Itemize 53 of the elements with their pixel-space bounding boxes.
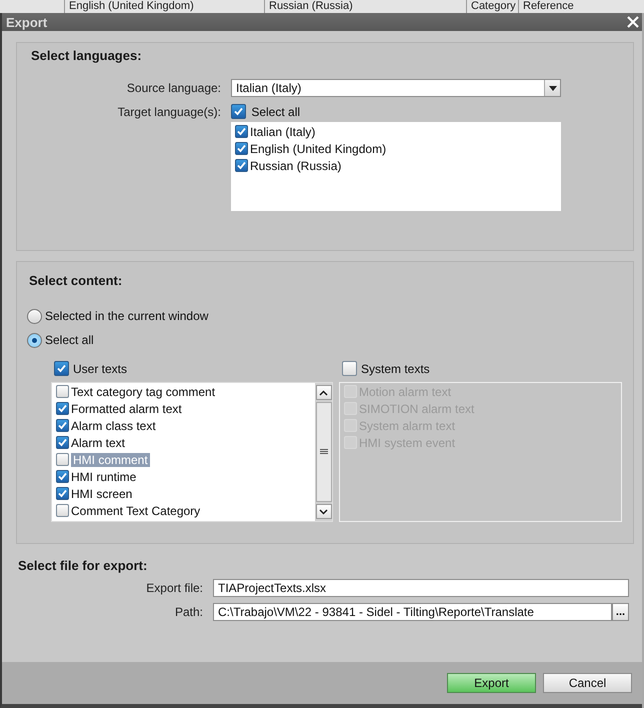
text-type-item[interactable]: HMI screen — [71, 486, 132, 500]
field-label: Path: — [174, 605, 203, 619]
checkbox[interactable] — [56, 402, 69, 415]
text-type-item[interactable]: Text category tag comment — [71, 384, 216, 398]
checkbox[interactable] — [56, 453, 69, 466]
checkbox[interactable] — [235, 142, 248, 155]
cancel-button[interactable]: Cancel — [543, 673, 632, 693]
radio-button[interactable] — [27, 308, 42, 324]
checkbox[interactable] — [56, 487, 69, 500]
checkbox[interactable] — [235, 125, 248, 138]
text-type-item[interactable]: HMI runtime — [71, 470, 136, 484]
section-heading: Select languages: — [31, 48, 143, 63]
field-label: Export file: — [145, 581, 203, 595]
path-field[interactable]: C:\Trabajo\VM\22 - 93841 - Sidel - Tilting\Reporte\Translate — [213, 603, 612, 621]
checkbox[interactable] — [56, 419, 69, 432]
checkbox[interactable] — [56, 436, 69, 449]
language-label: Russian (Russia) — [250, 158, 342, 172]
radio-label: Selected in the current window — [45, 309, 208, 323]
checkbox-label: Select all — [250, 104, 300, 118]
text-type-item[interactable]: Alarm class text — [71, 418, 156, 432]
close-icon[interactable] — [625, 14, 641, 30]
browse-button[interactable]: ... — [612, 603, 629, 621]
source-language-dropdown[interactable]: Italian (Italy) — [231, 79, 561, 97]
export-button[interactable]: Export — [447, 673, 536, 693]
checkmark-icon — [57, 364, 66, 373]
scrollbar[interactable] — [315, 383, 332, 521]
checkbox[interactable] — [56, 385, 69, 398]
checkbox-label: User texts — [73, 362, 128, 376]
window-title: Export — [6, 14, 48, 30]
text-type-item[interactable]: Alarm text — [71, 436, 126, 450]
language-label: Italian (Italy) — [250, 124, 316, 138]
export-file-field[interactable]: TIAProjectTexts.xlsx — [213, 579, 629, 597]
checkbox-label: System texts — [361, 362, 430, 376]
checkbox[interactable] — [342, 361, 357, 376]
field-label: Target language(s): — [116, 104, 221, 118]
checkbox[interactable] — [235, 159, 248, 172]
section-heading: Select file for export: — [18, 558, 148, 573]
checkbox[interactable] — [56, 470, 69, 483]
field-label: Source language: — [126, 81, 221, 95]
checkbox[interactable] — [56, 504, 69, 517]
grip-icon — [320, 449, 328, 455]
checkbox[interactable] — [231, 104, 246, 119]
radio-button[interactable] — [27, 332, 42, 348]
text-type-item[interactable]: Comment Text Category — [71, 504, 200, 518]
scroll-up-icon[interactable] — [319, 390, 328, 396]
text-type-item[interactable]: Formatted alarm text — [71, 402, 182, 416]
dropdown-arrow-icon — [548, 86, 556, 90]
radio-label: Select all — [45, 333, 94, 347]
language-label: English (United Kingdom) — [250, 142, 386, 156]
checkbox[interactable] — [54, 361, 69, 376]
checkmark-icon — [234, 107, 243, 116]
scroll-down-icon[interactable] — [319, 508, 328, 514]
section-heading: Select content: — [29, 273, 124, 288]
